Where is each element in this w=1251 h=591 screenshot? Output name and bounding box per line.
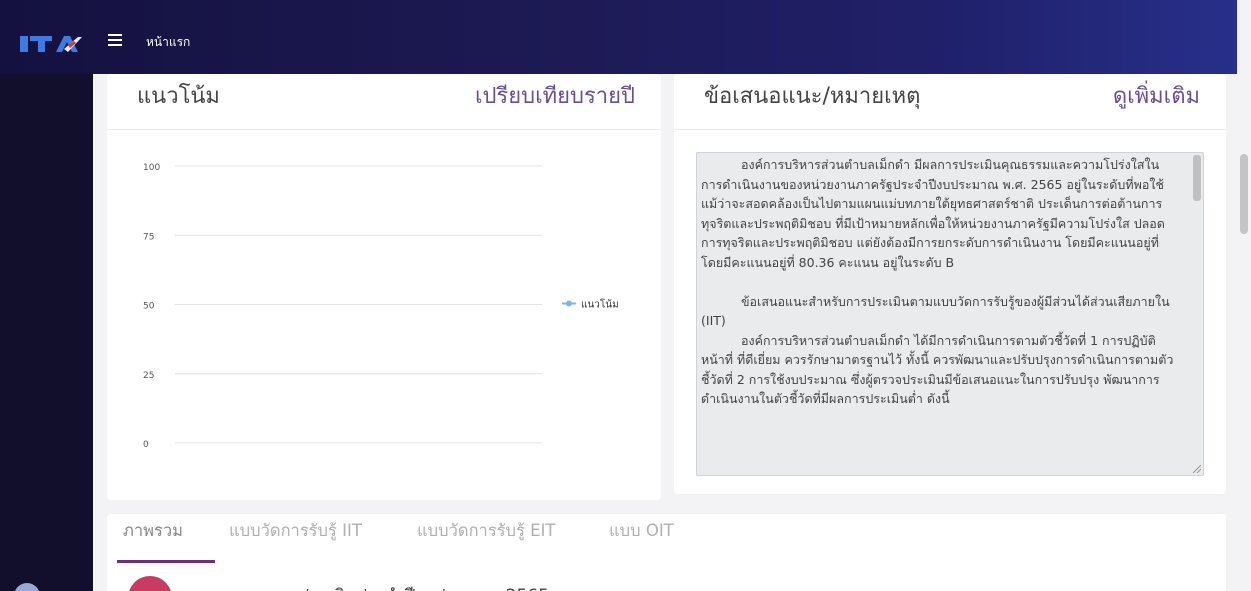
- trend-chart: 100 75 50 25 0 แนวโน้ม: [143, 163, 619, 450]
- overview-heading: ...ผลการประเมินประจำปีงบประมาณ 2565: [233, 582, 549, 591]
- see-more-link[interactable]: ดูเพิ่มเติม: [1113, 78, 1200, 113]
- tab-oit[interactable]: แบบ OIT: [609, 518, 674, 554]
- active-tab-indicator: [117, 560, 215, 563]
- y-tick-label: 100: [143, 163, 160, 173]
- trend-title: แนวโน้ม: [137, 84, 220, 109]
- topbar-edge: [1237, 0, 1251, 74]
- trend-card-header: แนวโน้ม เปรียบเทียบรายปี: [107, 74, 661, 130]
- compare-yearly-link[interactable]: เปรียบเทียบรายปี: [475, 78, 635, 113]
- page-title[interactable]: หน้าแรก: [146, 33, 190, 52]
- tab-iit[interactable]: แบบวัดการรับรู้ IIT: [229, 518, 362, 554]
- y-tick-label: 0: [143, 440, 149, 450]
- page-scrollbar-thumb[interactable]: [1240, 154, 1248, 234]
- sidebar: [0, 74, 93, 591]
- notes-textarea[interactable]: องค์การบริหารส่วนตำบลเม็กดำ มีผลการประเม…: [696, 152, 1204, 476]
- y-tick-label: 75: [143, 232, 154, 242]
- y-tick-label: 25: [143, 371, 154, 381]
- tab-eit[interactable]: แบบวัดการรับรู้ EIT: [417, 518, 556, 554]
- tab-overview[interactable]: ภาพรวม: [123, 518, 183, 554]
- score-badge: [128, 576, 172, 591]
- notes-scrollbar[interactable]: [1193, 155, 1201, 473]
- ita-logo[interactable]: [20, 33, 82, 55]
- notes-paragraph: องค์การบริหารส่วนตำบลเม็กดำ ได้มีการดำเน…: [701, 332, 1174, 407]
- top-navbar: หน้าแรก: [0, 0, 1251, 74]
- notes-paragraph: ข้อเสนอแนะสำหรับการประเมินตามแบบวัดการรั…: [701, 293, 1170, 329]
- legend-marker-icon: [566, 300, 572, 307]
- legend-label: แนวโน้ม: [581, 298, 619, 311]
- notes-card-header: ข้อเสนอแนะ/หมายเหตุ ดูเพิ่มเติม: [674, 74, 1226, 130]
- menu-toggle-icon[interactable]: [108, 34, 122, 46]
- notes-card: ข้อเสนอแนะ/หมายเหตุ ดูเพิ่มเติม องค์การบ…: [674, 74, 1226, 494]
- legend-item[interactable]: แนวโน้ม: [562, 298, 619, 311]
- notes-title: ข้อเสนอแนะ/หมายเหตุ: [704, 84, 921, 109]
- trend-card: แนวโน้ม เปรียบเทียบรายปี 100 75 50 25 0 แนวโน…: [107, 74, 661, 500]
- tabs-card: ภาพรวม แบบวัดการรับรู้ IIT แบบวัดการรับร…: [107, 514, 1226, 591]
- page-scrollbar[interactable]: [1237, 74, 1251, 591]
- resize-handle-icon[interactable]: [1193, 465, 1201, 473]
- y-tick-label: 50: [143, 302, 155, 312]
- notes-paragraph: องค์การบริหารส่วนตำบลเม็กดำ มีผลการประเม…: [701, 157, 1165, 270]
